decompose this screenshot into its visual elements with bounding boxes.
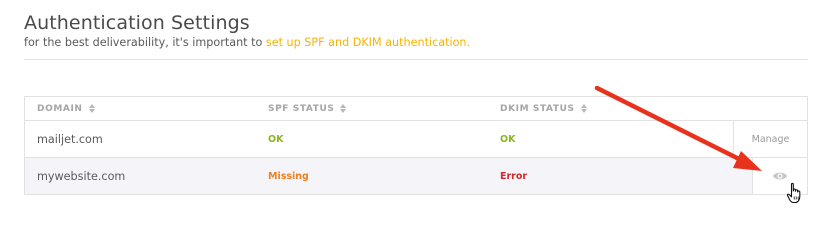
spf-dkim-setup-link[interactable]: set up SPF and DKIM authentication. (266, 36, 470, 49)
page-title: Authentication Settings (24, 12, 250, 34)
column-header-label: DKIM STATUS (500, 103, 575, 114)
table-header-row: DOMAIN SPF STATUS DKIM STATUS (25, 97, 807, 120)
sort-icon[interactable] (88, 104, 95, 113)
domain-cell: mailjet.com (37, 132, 103, 146)
table-row: mailjet.com OK OK Manage (25, 120, 807, 157)
hand-cursor-icon (786, 182, 801, 204)
spf-status-cell: OK (268, 133, 284, 145)
manage-button[interactable]: Manage (752, 134, 790, 145)
domain-cell: mywebsite.com (37, 169, 126, 183)
subtitle-text: for the best deliverability, it's import… (24, 36, 266, 49)
sort-icon[interactable] (580, 104, 587, 113)
page-header: Authentication Settings for the best del… (24, 11, 470, 50)
dkim-status-cell: OK (500, 133, 516, 145)
header-divider (24, 59, 808, 60)
column-header-label: SPF STATUS (268, 103, 335, 114)
eye-icon[interactable] (772, 170, 788, 182)
table-row: mywebsite.com Missing Error (25, 157, 807, 194)
column-header-label: DOMAIN (37, 103, 83, 114)
action-cell: Manage (733, 121, 807, 157)
sort-icon[interactable] (340, 104, 347, 113)
column-header-domain[interactable]: DOMAIN (37, 97, 95, 120)
column-header-spf-status[interactable]: SPF STATUS (268, 97, 347, 120)
column-header-dkim-status[interactable]: DKIM STATUS (500, 97, 587, 120)
dkim-status-cell: Error (500, 170, 528, 182)
page-subtitle: for the best deliverability, it's import… (24, 36, 470, 50)
spf-status-cell: Missing (268, 170, 309, 182)
domains-table: DOMAIN SPF STATUS DKIM STATUS mailjet.co… (24, 96, 808, 195)
